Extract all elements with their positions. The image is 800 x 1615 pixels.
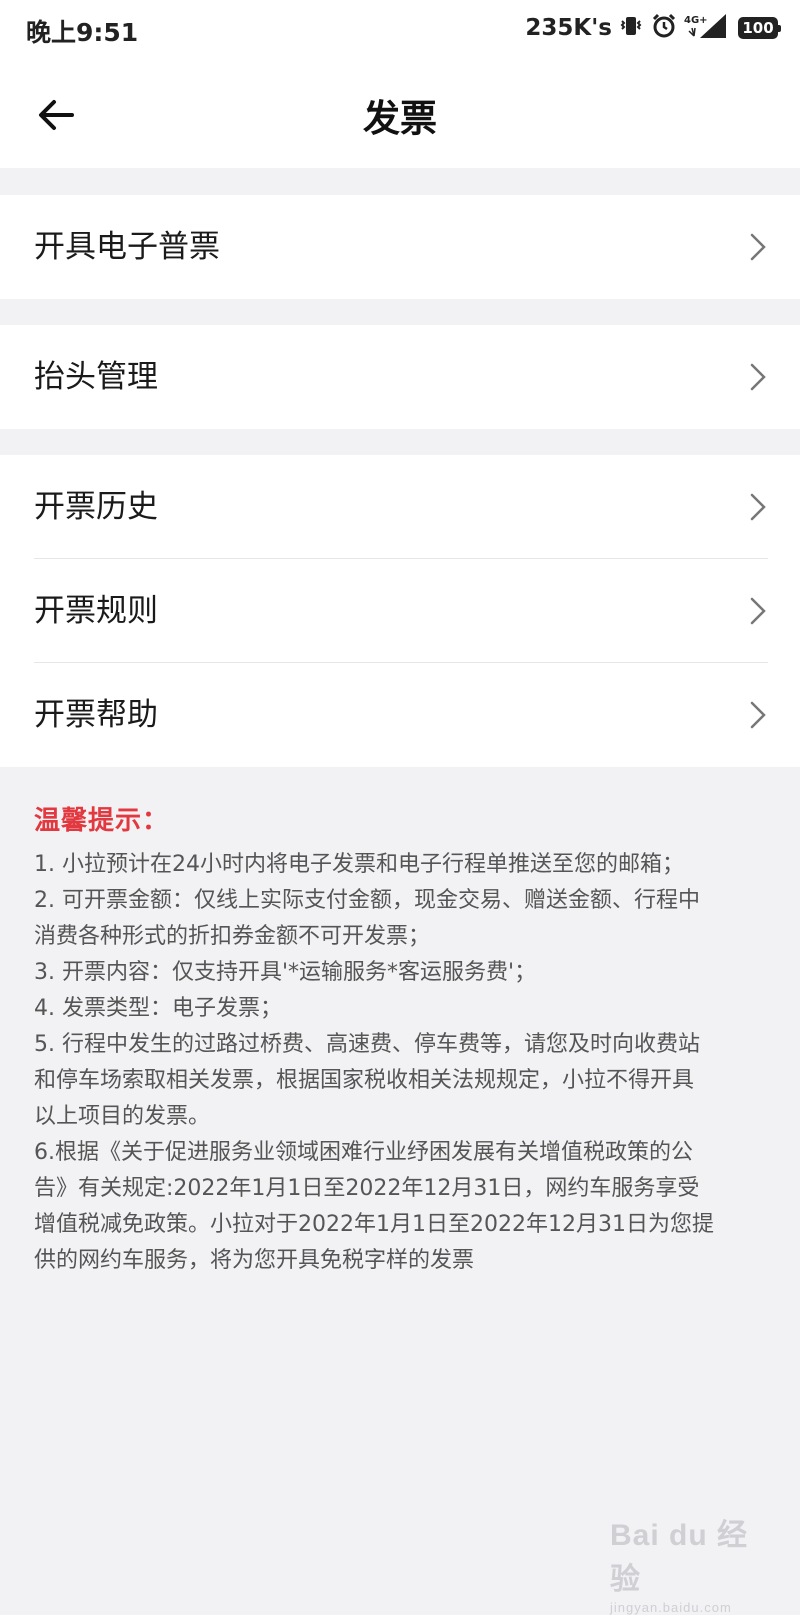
tips-line: 3. 开票内容：仅支持开具'*运输服务*客运服务费'； bbox=[34, 960, 537, 985]
menu-item-invoice-rules[interactable]: 开票规则 bbox=[0, 559, 800, 663]
page-title: 发票 bbox=[363, 97, 437, 140]
chevron-right-icon bbox=[750, 493, 766, 521]
tips-line: 和停车场索取相关发票，根据国家税收相关法规规定，小拉不得开具 bbox=[34, 1068, 695, 1093]
tips-line: 6.根据《关于促进服务业领域困难行业纾困发展有关增值税政策的公 bbox=[34, 1140, 693, 1165]
chevron-right-icon bbox=[750, 363, 766, 391]
alarm-icon bbox=[650, 12, 678, 44]
menu-group-1: 开具电子普票 bbox=[0, 195, 800, 299]
watermark-url: jingyan.baidu.com bbox=[610, 1600, 732, 1615]
status-time: 晚上9:51 bbox=[26, 18, 139, 47]
baidu-jingyan-watermark: Bai du 经验 jingyan.baidu.com bbox=[610, 1510, 760, 1615]
watermark-logo: Bai du 经验 bbox=[610, 1519, 749, 1596]
signal-4g-icon: 4G+ bbox=[684, 12, 728, 44]
tips-line: 5. 行程中发生的过路过桥费、高速费、停车费等，请您及时向收费站 bbox=[34, 1032, 700, 1057]
menu-item-issue-e-invoice[interactable]: 开具电子普票 bbox=[0, 195, 800, 299]
tips-line: 告》有关规定:2022年1月1日至2022年12月31日，网约车服务享受 bbox=[34, 1176, 700, 1201]
tips-line: 4. 发票类型：电子发票； bbox=[34, 996, 282, 1021]
tips-title: 温馨提示： bbox=[34, 806, 170, 836]
tips-line: 以上项目的发票。 bbox=[34, 1104, 211, 1129]
menu-item-title-management[interactable]: 抬头管理 bbox=[0, 325, 800, 429]
nav-bar: 发票 bbox=[0, 58, 800, 168]
menu-item-label: 抬头管理 bbox=[34, 359, 158, 395]
svg-text:4G+: 4G+ bbox=[684, 15, 708, 26]
chevron-right-icon bbox=[750, 233, 766, 261]
status-icons: 235K's 4G+ 100 bbox=[525, 12, 781, 44]
menu-item-label: 开票历史 bbox=[34, 489, 158, 525]
chevron-right-icon bbox=[750, 701, 766, 729]
tips-line: 增值税减免政策。小拉对于2022年1月1日至2022年12月31日为您提 bbox=[34, 1212, 714, 1237]
menu-item-invoice-help[interactable]: 开票帮助 bbox=[0, 663, 800, 767]
menu-group-2: 抬头管理 bbox=[0, 325, 800, 429]
tips-section: 温馨提示： 1. 小拉预计在24小时内将电子发票和电子行程单推送至您的邮箱； 2… bbox=[34, 800, 774, 1279]
status-bar: 晚上9:51 235K's 4G+ 100 bbox=[0, 0, 800, 58]
vibrate-icon bbox=[618, 13, 644, 43]
tips-line: 供的网约车服务，将为您开具免税字样的发票 bbox=[34, 1248, 475, 1273]
network-speed: 235K's bbox=[525, 15, 612, 41]
tips-line: 1. 小拉预计在24小时内将电子发票和电子行程单推送至您的邮箱； bbox=[34, 852, 684, 877]
menu-item-invoice-history[interactable]: 开票历史 bbox=[0, 455, 800, 559]
tips-line: 消费各种形式的折扣券金额不可开发票； bbox=[34, 924, 431, 949]
menu-item-label: 开具电子普票 bbox=[34, 229, 220, 265]
menu-item-label: 开票规则 bbox=[34, 593, 158, 629]
chevron-right-icon bbox=[750, 597, 766, 625]
battery-icon: 100 bbox=[738, 17, 781, 39]
menu-group-3: 开票历史 开票规则 开票帮助 bbox=[0, 455, 800, 767]
menu-item-label: 开票帮助 bbox=[34, 697, 158, 733]
tips-line: 2. 可开票金额：仅线上实际支付金额，现金交易、赠送金额、行程中 bbox=[34, 888, 700, 913]
